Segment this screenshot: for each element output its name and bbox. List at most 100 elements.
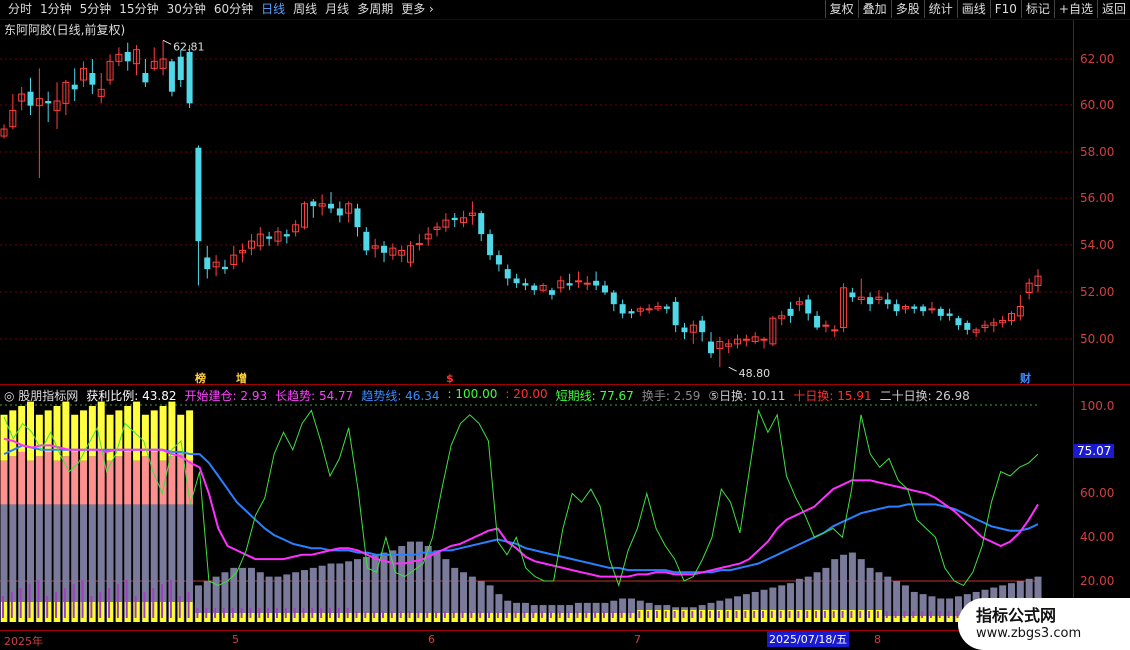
turnover-bar bbox=[116, 584, 119, 618]
candle-body bbox=[89, 73, 96, 85]
candle-body bbox=[849, 292, 856, 298]
turnover-bar bbox=[249, 608, 252, 618]
turnover-bar bbox=[611, 611, 614, 618]
turnover-bar bbox=[868, 611, 871, 618]
candle-body bbox=[831, 329, 839, 332]
turnover-bar bbox=[541, 611, 544, 618]
turnover-bar bbox=[275, 608, 278, 618]
turnover-bar bbox=[258, 608, 261, 618]
candle-body bbox=[513, 278, 520, 284]
candle-body bbox=[911, 306, 918, 309]
price-tick: 52.00 bbox=[1080, 285, 1115, 299]
panel-divider[interactable] bbox=[0, 384, 1130, 385]
indicator-item-7: 换手: 2.59 bbox=[641, 389, 701, 403]
turnover-bar bbox=[647, 611, 650, 618]
turnover-bar bbox=[196, 608, 199, 618]
volume-band bbox=[124, 602, 131, 622]
candle-body bbox=[699, 320, 706, 333]
turnover-bar bbox=[797, 611, 800, 618]
candle-body bbox=[186, 51, 193, 104]
high-label: 62.81 bbox=[173, 40, 205, 53]
profit-top-bar bbox=[88, 456, 96, 505]
candle-body bbox=[566, 283, 573, 286]
turnover-bar bbox=[726, 611, 729, 618]
profit-top-bar bbox=[71, 451, 79, 505]
candle-body bbox=[760, 338, 768, 341]
date-cursor: 2025/07/18/五 bbox=[767, 631, 850, 647]
turnover-bar bbox=[214, 608, 217, 618]
turnover-bar bbox=[850, 611, 853, 618]
turnover-bar bbox=[99, 592, 102, 618]
turnover-bar bbox=[576, 611, 579, 618]
turnover-bar bbox=[929, 611, 932, 618]
profit-top-bar bbox=[168, 456, 176, 505]
turnover-bar bbox=[452, 611, 455, 618]
profit-top-bar bbox=[133, 460, 141, 505]
indicator-item-5: : 20.00 bbox=[505, 387, 548, 401]
turnover-bar bbox=[479, 611, 482, 618]
candle-body bbox=[946, 313, 953, 316]
turnover-bar bbox=[629, 611, 632, 618]
watermark-title: 指标公式网 bbox=[976, 606, 1057, 625]
event-marker: 榜 bbox=[195, 371, 206, 385]
kline-chart[interactable]: 62.8148.80榜增 $ 财 bbox=[0, 0, 1130, 650]
turnover-bar bbox=[443, 611, 446, 618]
indicator-item-4: : 100.00 bbox=[447, 387, 498, 401]
short-term-line bbox=[3, 408, 1039, 588]
turnover-bar bbox=[806, 611, 809, 618]
turnover-bar bbox=[523, 611, 526, 618]
profit-peak-bar bbox=[106, 414, 114, 461]
turnover-bar bbox=[753, 611, 756, 618]
turnover-bar bbox=[72, 584, 75, 618]
candle-body bbox=[221, 266, 228, 270]
candle-body bbox=[619, 304, 626, 314]
indicator-item-6: 短期线: 77.67 bbox=[555, 389, 634, 403]
profit-top-bar bbox=[27, 460, 35, 505]
profit-top-bar bbox=[177, 451, 185, 505]
candle-body bbox=[884, 299, 891, 305]
turnover-bar bbox=[311, 608, 314, 618]
candle-body bbox=[742, 338, 750, 341]
turnover-bar bbox=[10, 592, 13, 618]
turnover-bar bbox=[558, 611, 561, 618]
candle-body bbox=[601, 285, 608, 293]
price-tick: 58.00 bbox=[1080, 145, 1115, 159]
profit-bar bbox=[407, 541, 415, 622]
turnover-bar bbox=[37, 580, 40, 618]
turnover-bar bbox=[876, 611, 879, 618]
indicator-item-1: 开始建仓: 2.93 bbox=[184, 389, 268, 403]
turnover-bar bbox=[169, 580, 172, 618]
turnover-bar bbox=[470, 611, 473, 618]
candle-body bbox=[610, 292, 617, 305]
indicator-axis: 100.0 60.00 40.00 20.00 75.07 bbox=[1073, 386, 1130, 630]
indicator-name[interactable]: ◎ 股朋指标网 bbox=[4, 387, 78, 404]
turnover-bar bbox=[549, 611, 552, 618]
turnover-bar bbox=[700, 611, 703, 618]
indicator-header: ◎ 股朋指标网 获利比例: 43.82 开始建仓: 2.93 长趋势: 54.77 趋势… bbox=[4, 387, 970, 404]
profit-top-bar bbox=[53, 460, 61, 505]
profit-peak-bar bbox=[71, 414, 79, 452]
turnover-bar bbox=[567, 611, 570, 618]
candle-body bbox=[195, 147, 202, 242]
date-month-7: 7 bbox=[634, 633, 641, 646]
candle-body bbox=[336, 208, 343, 216]
turnover-bar bbox=[938, 611, 941, 618]
date-axis: 2025年 5 6 7 2025/07/18/五 8 bbox=[0, 631, 1074, 650]
event-marker: 增 bbox=[236, 371, 247, 385]
candle-body bbox=[168, 61, 175, 92]
indicator-tick: 60.00 bbox=[1080, 486, 1115, 500]
turnover-bar bbox=[81, 580, 84, 618]
turnover-bar bbox=[505, 611, 508, 618]
turnover-bar bbox=[355, 611, 358, 618]
candle-body bbox=[381, 245, 388, 253]
profit-top-bar bbox=[115, 456, 123, 505]
turnover-bar bbox=[859, 611, 862, 618]
turnover-bar bbox=[435, 611, 438, 618]
turnover-bar bbox=[267, 608, 270, 618]
turnover-bar bbox=[19, 588, 22, 618]
profit-peak-bar bbox=[133, 401, 141, 461]
turnover-bar bbox=[691, 611, 694, 618]
date-month-8: 8 bbox=[874, 633, 881, 646]
turnover-bar bbox=[328, 608, 331, 618]
candle-body bbox=[805, 299, 812, 314]
